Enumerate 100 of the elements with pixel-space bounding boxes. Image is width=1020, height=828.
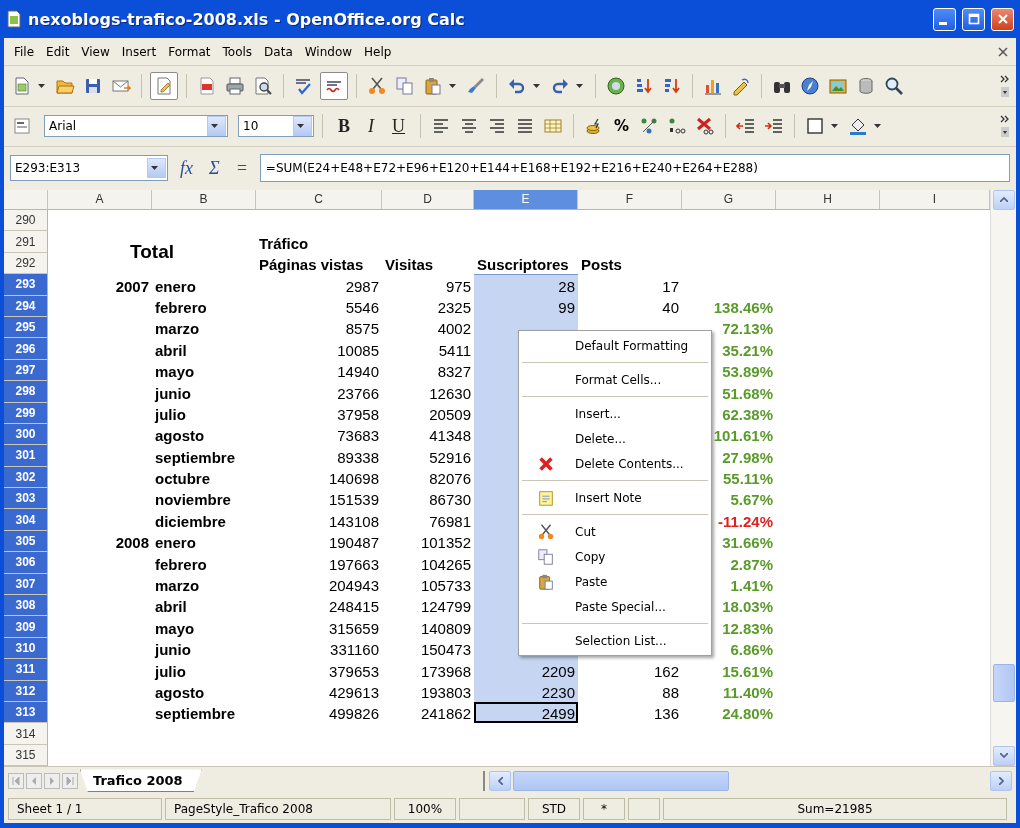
row-header[interactable]: 294 (4, 295, 48, 317)
row-header[interactable]: 295 (4, 316, 48, 339)
table-cell-text: febrero (154, 554, 208, 574)
column-header[interactable]: G (682, 190, 776, 210)
row-header[interactable]: 306 (4, 552, 48, 574)
minimize-button[interactable] (933, 7, 956, 31)
menu-item[interactable]: Selection List... (519, 628, 711, 653)
close-button[interactable] (991, 7, 1014, 31)
toolbar-overflow-icon[interactable] (1000, 74, 1010, 99)
close-document-icon[interactable] (998, 46, 1008, 57)
font-name-field[interactable]: Arial (44, 115, 228, 138)
menu-item[interactable]: Delete Contents... (519, 451, 711, 476)
row-header[interactable]: 309 (4, 616, 48, 638)
row-header[interactable]: 297 (4, 359, 48, 382)
percent-button[interactable]: % (610, 117, 634, 136)
menu-item[interactable]: Insert Note (519, 485, 711, 510)
row-header[interactable]: 314 (4, 723, 48, 745)
row-header[interactable]: 311 (4, 659, 48, 681)
dropdown-arrow-icon[interactable] (211, 124, 218, 129)
scroll-right-button[interactable] (990, 771, 1012, 791)
row-header[interactable]: 315 (4, 744, 48, 767)
sheet-tab[interactable]: Trafico 2008 (80, 769, 202, 793)
dropdown-arrow-icon[interactable] (831, 124, 839, 129)
menu-item[interactable]: Help (358, 41, 398, 62)
dropdown-arrow-icon[interactable] (874, 124, 882, 129)
row-header[interactable]: 300 (4, 423, 48, 446)
menu-item[interactable]: Format (162, 41, 217, 62)
spreadsheet-app-icon (6, 10, 22, 28)
dropdown-arrow-icon[interactable] (38, 84, 45, 89)
name-box[interactable]: E293:E313 (10, 155, 168, 182)
scrollbar-thumb[interactable] (992, 664, 1015, 702)
toolbar-overflow-icon[interactable] (1000, 114, 1010, 139)
menu-item[interactable]: Copy (519, 544, 711, 569)
table-cell-text: 27.98% (721, 447, 774, 467)
row-header[interactable]: 305 (4, 530, 48, 553)
formula-input[interactable]: =SUM(E24+E48+E72+E96+E120+E144+E168+E192+E216+E240+E264+E288) (259, 154, 1010, 183)
dropdown-arrow-icon[interactable] (449, 84, 456, 89)
row-header[interactable]: 307 (4, 573, 48, 595)
row-header[interactable]: 293 (4, 274, 48, 296)
table-cell-text: julio (153, 404, 187, 424)
menu-item[interactable]: Insert... (519, 401, 711, 426)
row-header[interactable]: 303 (4, 488, 48, 510)
column-header[interactable]: F (578, 190, 682, 210)
menu-item[interactable]: Delete... (519, 426, 711, 451)
table-cell-text: 6.86% (729, 640, 774, 660)
menu-item[interactable]: Paste Special... (519, 594, 711, 619)
menu-item[interactable]: Insert (115, 41, 163, 62)
row-header[interactable]: 292 (4, 252, 48, 275)
row-header[interactable]: 310 (4, 637, 48, 660)
menu-item[interactable]: Window (298, 41, 359, 62)
row-header[interactable]: 304 (4, 509, 48, 531)
scroll-up-button[interactable] (992, 190, 1015, 210)
text-style-button[interactable]: U (385, 115, 412, 137)
row-header[interactable]: 308 (4, 595, 48, 617)
scroll-down-button[interactable] (992, 746, 1015, 766)
row-header[interactable]: 291 (4, 231, 48, 253)
maximize-button[interactable] (962, 7, 985, 31)
menu-item[interactable]: Tools (216, 41, 259, 62)
row-header[interactable]: 296 (4, 338, 48, 360)
dropdown-arrow-icon[interactable] (533, 84, 540, 89)
column-header[interactable]: B (152, 190, 256, 210)
row-header[interactable]: 290 (4, 210, 48, 232)
table-cell-text: 162 (652, 661, 680, 681)
scrollbar-thumb[interactable] (513, 771, 729, 791)
column-header[interactable]: A (48, 190, 152, 210)
auto-spellcheck-icon[interactable] (320, 72, 348, 101)
menu-item[interactable]: Format Cells... (519, 367, 711, 392)
row-header[interactable]: 302 (4, 466, 48, 489)
row-header[interactable]: 301 (4, 445, 48, 467)
dropdown-arrow-icon[interactable] (297, 124, 304, 129)
table-cell-text: 138.46% (712, 297, 774, 317)
column-header[interactable]: H (776, 190, 880, 210)
table-cell-text: 41348 (428, 426, 472, 446)
menu-item[interactable]: Edit (40, 41, 76, 62)
edit-document-icon[interactable] (150, 72, 178, 101)
table-cell-text: 2007 (114, 276, 150, 296)
formula-button[interactable]: Σ (205, 157, 224, 179)
formula-button[interactable]: fx (176, 157, 197, 179)
dropdown-arrow-icon[interactable] (576, 84, 583, 89)
table-cell-text: 193803 (419, 682, 472, 702)
table-cell-text: 331160 (329, 640, 380, 660)
row-header[interactable]: 298 (4, 381, 48, 403)
row-header[interactable]: 312 (4, 680, 48, 702)
column-header[interactable]: I (880, 190, 990, 210)
column-header[interactable]: D (382, 190, 474, 210)
menu-item[interactable]: View (75, 41, 116, 62)
menu-item[interactable]: Default Formatting (519, 333, 711, 358)
row-header[interactable]: 313 (4, 701, 48, 724)
formula-button[interactable]: = (231, 157, 252, 179)
row-header[interactable]: 299 (4, 402, 48, 424)
table-cell-text: 124799 (419, 597, 472, 617)
menu-item[interactable]: Data (258, 41, 299, 62)
scroll-left-button[interactable] (489, 771, 511, 791)
text-style-button[interactable]: B (331, 115, 357, 137)
menu-item[interactable]: Paste (519, 569, 711, 594)
font-size-field[interactable]: 10 (238, 115, 314, 138)
menu-item[interactable]: File (8, 41, 41, 62)
text-style-button[interactable]: I (361, 115, 381, 137)
column-header[interactable]: C (256, 190, 382, 210)
dropdown-arrow-icon[interactable] (151, 166, 158, 171)
